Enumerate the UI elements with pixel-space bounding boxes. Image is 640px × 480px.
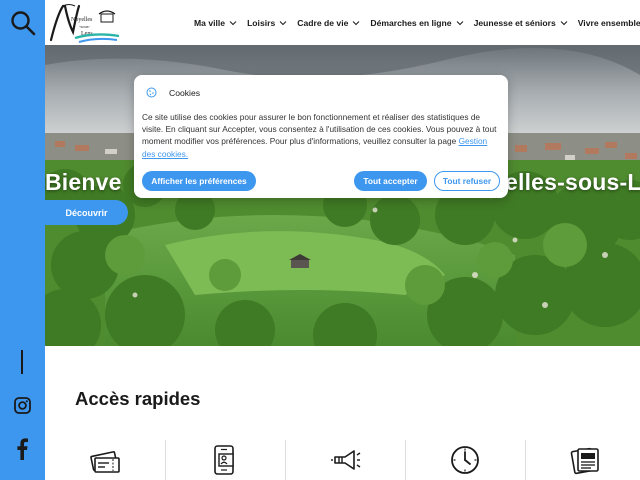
chevron-down-icon [353, 20, 360, 25]
site-header: Noyelles -sous- Lens Ma ville Loisirs Ca… [45, 0, 640, 45]
search-icon[interactable] [10, 10, 36, 36]
svg-text:-sous-: -sous- [79, 24, 91, 29]
refuse-all-button[interactable]: Tout refuser [434, 171, 500, 191]
quick-access-item-hours[interactable] [405, 440, 525, 480]
nav-demarches[interactable]: Démarches en ligne [365, 18, 468, 28]
cookie-icon [146, 87, 157, 98]
hero-title-right: elles-sous-L [505, 169, 640, 195]
separator [405, 440, 406, 480]
nav-vivre-ensemble[interactable]: Vivre ensemble [573, 18, 640, 28]
quick-access-item-id[interactable] [165, 440, 285, 480]
tickets-icon [90, 451, 120, 473]
documents-icon [570, 447, 599, 475]
svg-text:Noyelles: Noyelles [71, 17, 93, 23]
nav-label: Loisirs [247, 17, 276, 28]
quick-access-item-tickets[interactable] [45, 440, 165, 480]
show-preferences-button[interactable]: Afficher les préférences [142, 171, 256, 191]
id-card-phone-icon [214, 445, 234, 475]
chevron-down-icon [229, 20, 237, 25]
main-nav: Ma ville Loisirs Cadre de vie Démarches … [189, 0, 640, 45]
megaphone-icon [331, 450, 361, 470]
rail-divider [21, 350, 23, 374]
separator [285, 440, 286, 480]
quick-access-item-documents[interactable] [525, 440, 640, 480]
cookie-text: Ce site utilise des cookies pour assurer… [142, 111, 500, 160]
accept-all-button[interactable]: Tout accepter [354, 171, 427, 191]
quick-access-item-news[interactable] [285, 440, 405, 480]
discover-button[interactable]: Découvrir [45, 200, 128, 225]
cookie-body: Ce site utilise des cookies pour assurer… [142, 112, 497, 147]
nav-ma-ville[interactable]: Ma ville [189, 18, 242, 28]
nav-cadre-de-vie[interactable]: Cadre de vie [292, 18, 365, 28]
facebook-icon[interactable] [16, 438, 28, 460]
separator [165, 440, 166, 480]
nav-loisirs[interactable]: Loisirs [242, 18, 292, 28]
chevron-down-icon [560, 20, 568, 25]
instagram-icon[interactable] [14, 397, 31, 414]
cookie-dialog: Cookies Ce site utilise des cookies pour… [134, 75, 508, 198]
nav-label: Ma ville [194, 17, 226, 28]
cookie-title: Cookies [169, 88, 201, 98]
nav-label: Démarches en ligne [370, 17, 452, 28]
page: Noyelles -sous- Lens Ma ville Loisirs Ca… [0, 0, 640, 480]
side-rail [0, 0, 45, 480]
quick-access-row [45, 440, 640, 480]
chevron-down-icon [279, 20, 287, 25]
clock-icon [451, 446, 479, 474]
quick-access-title: Accès rapides [75, 388, 201, 409]
hero-title-left: Bienve [45, 169, 122, 195]
nav-label: Jeunesse et séniors [473, 17, 556, 28]
nav-label: Vivre ensemble [577, 17, 640, 28]
nav-label: Cadre de vie [297, 17, 349, 28]
separator [525, 440, 526, 480]
city-logo[interactable]: Noyelles -sous- Lens [45, 2, 121, 44]
nav-jeunesse[interactable]: Jeunesse et séniors [469, 18, 573, 28]
chevron-down-icon [456, 20, 463, 25]
